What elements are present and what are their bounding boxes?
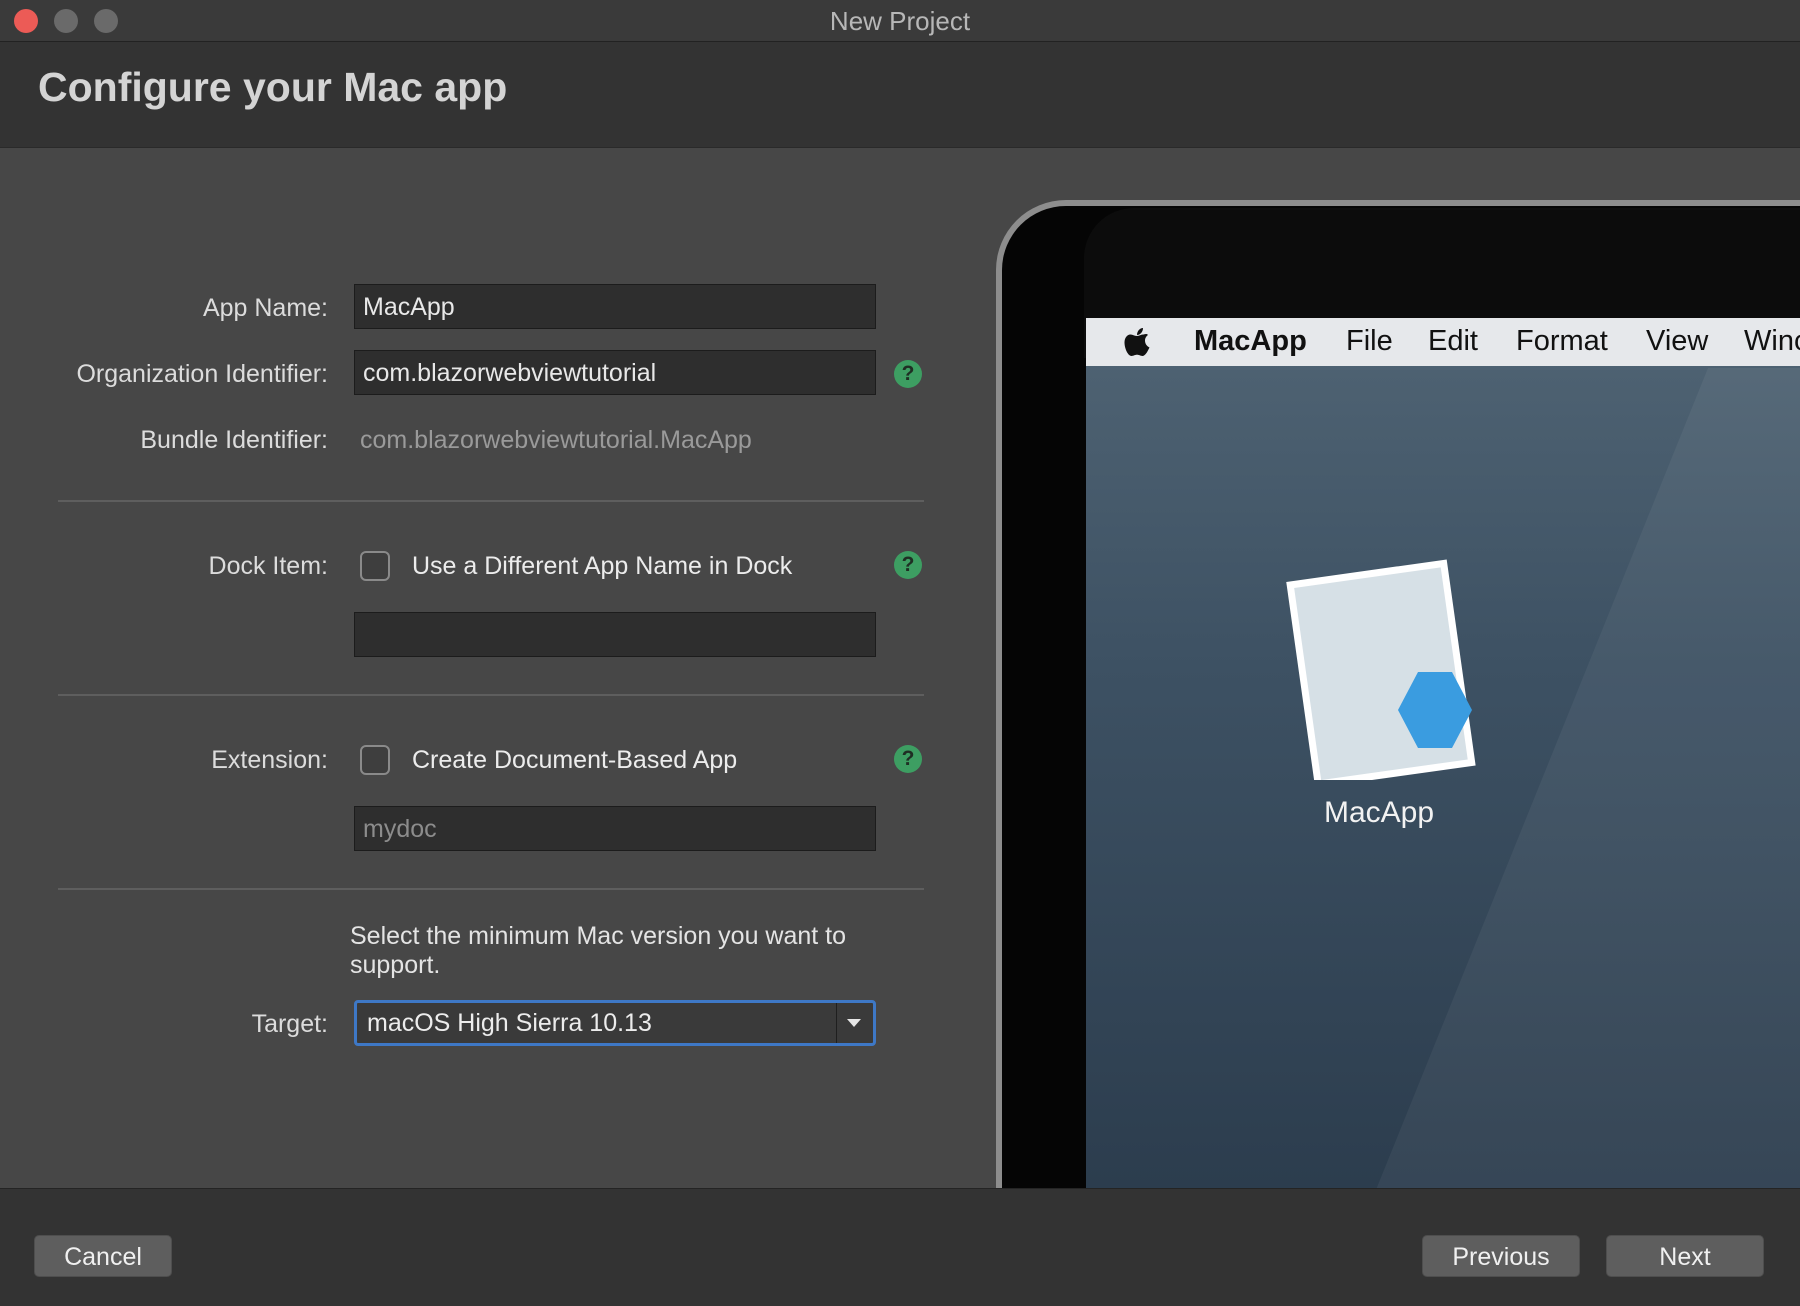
preview-menu-app: MacApp: [1194, 325, 1307, 357]
preview-menu-window: Winc: [1744, 325, 1800, 357]
target-select[interactable]: macOS High Sierra 10.13: [354, 1000, 876, 1046]
apple-logo-icon: [1124, 328, 1150, 356]
document-based-checkbox-label[interactable]: Create Document-Based App: [412, 746, 737, 775]
preview-menu-edit: Edit: [1428, 325, 1478, 357]
previous-button[interactable]: Previous: [1422, 1235, 1580, 1277]
bundle-id-label: Bundle Identifier:: [140, 426, 328, 454]
preview-menu-format: Format: [1516, 325, 1608, 357]
org-id-help-icon[interactable]: ?: [894, 360, 922, 388]
dock-item-help-icon[interactable]: ?: [894, 551, 922, 579]
dock-name-checkbox-label[interactable]: Use a Different App Name in Dock: [412, 552, 792, 581]
content-area: App Name: MacApp Organization Identifier…: [0, 148, 1800, 1188]
document-based-checkbox[interactable]: [360, 745, 390, 775]
target-label: Target:: [251, 1010, 328, 1038]
page-title: Configure your Mac app: [38, 64, 508, 110]
extension-field[interactable]: mydoc: [354, 806, 876, 851]
org-id-field[interactable]: com.blazorwebviewtutorial: [354, 350, 876, 395]
chevron-down-icon[interactable]: [847, 1019, 861, 1027]
preview-screen: MacApp File Edit Format View Winc MacApp: [1086, 318, 1800, 1188]
extension-label: Extension:: [211, 746, 328, 774]
select-separator: [836, 1003, 837, 1043]
preview-menu-bar: MacApp File Edit Format View Winc: [1086, 318, 1800, 366]
dock-name-checkbox[interactable]: [360, 551, 390, 581]
dock-item-label: Dock Item:: [208, 552, 328, 580]
footer-bar: Cancel Previous Next: [0, 1188, 1800, 1306]
divider: [58, 888, 924, 890]
title-bar: New Project: [0, 0, 1800, 42]
preview-app-caption: MacApp: [1323, 796, 1435, 829]
page-header: Configure your Mac app: [0, 42, 1800, 148]
app-name-field[interactable]: MacApp: [354, 284, 876, 329]
divider: [58, 694, 924, 696]
org-id-label: Organization Identifier:: [76, 360, 328, 388]
bundle-id-value: com.blazorwebviewtutorial.MacApp: [360, 426, 752, 454]
cancel-button[interactable]: Cancel: [34, 1235, 172, 1277]
preview-menu-file: File: [1346, 325, 1393, 357]
target-select-value: macOS High Sierra 10.13: [367, 1009, 652, 1037]
app-document-icon: [1286, 559, 1476, 780]
next-button[interactable]: Next: [1606, 1235, 1764, 1277]
preview-menu-view: View: [1646, 325, 1709, 357]
target-description: Select the minimum Mac version you want …: [350, 922, 847, 979]
divider: [58, 500, 924, 502]
extension-help-icon[interactable]: ?: [894, 745, 922, 773]
window-title: New Project: [829, 6, 971, 36]
dock-name-field[interactable]: [354, 612, 876, 657]
app-name-label: App Name:: [202, 294, 328, 322]
